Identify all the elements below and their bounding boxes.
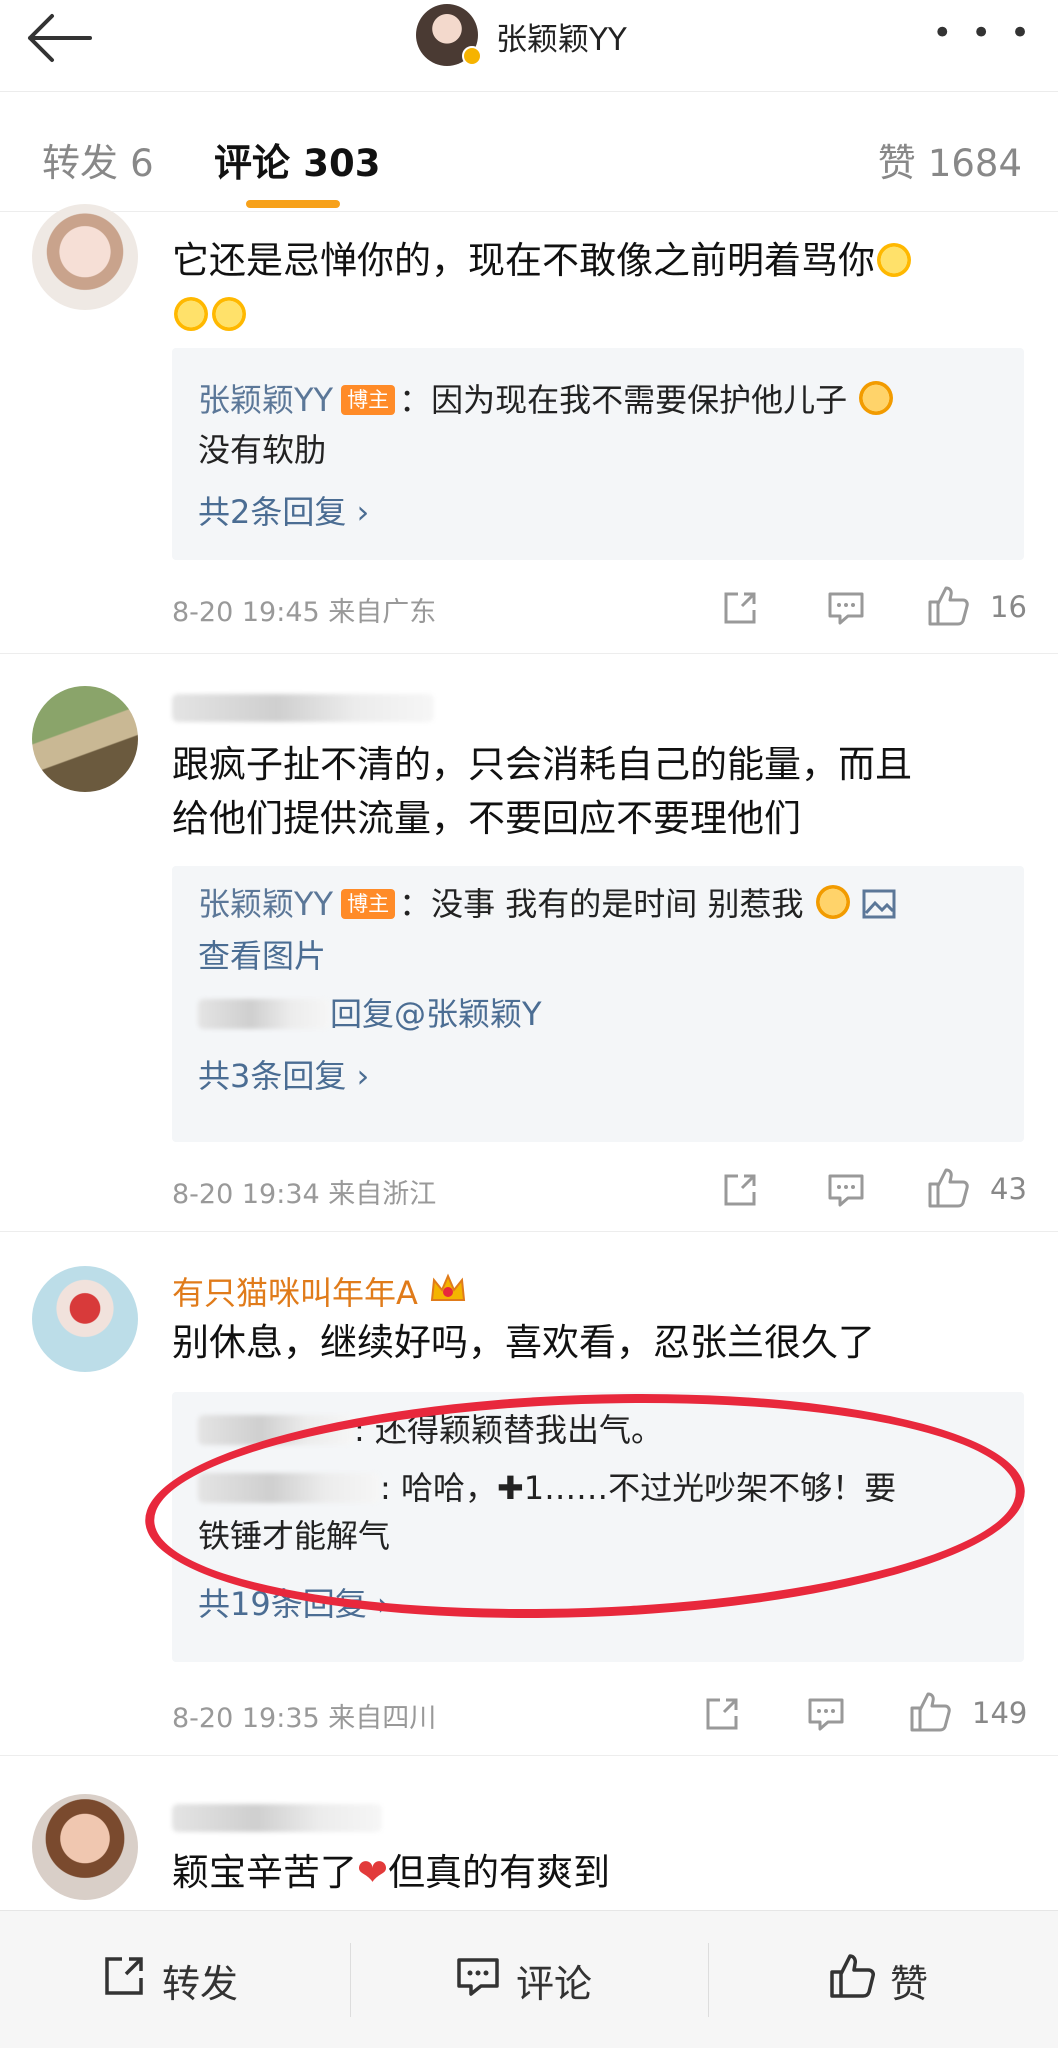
heart-emoji-icon: ❤ <box>357 1851 389 1894</box>
avatar[interactable] <box>32 686 138 792</box>
reply-text: ：没事 我有的是时间 别惹我 <box>399 885 804 923</box>
share-icon[interactable] <box>720 588 760 628</box>
like-count: 43 <box>990 1172 1027 1206</box>
comment-button[interactable]: 评论 <box>454 1951 592 2009</box>
smile-emoji-icon <box>877 243 911 277</box>
like-thumb-icon[interactable] <box>926 1166 970 1210</box>
like-thumb-icon[interactable] <box>926 584 970 628</box>
comment-text-line: 它还是忌惮你的，现在不敢像之前明着骂你 <box>172 239 875 282</box>
reply-text: ：因为现在我不需要保护他儿子 <box>399 381 848 419</box>
blurred-username <box>198 999 330 1029</box>
comment-text: 它还是忌惮你的，现在不敢像之前明着骂你 <box>172 234 1022 342</box>
tab-comment-count: 303 <box>303 142 381 185</box>
crown-icon <box>428 1272 468 1314</box>
comment-label: 评论 <box>516 1961 593 2006</box>
avatar[interactable] <box>32 1266 138 1372</box>
verified-badge-icon <box>462 46 482 66</box>
comment-item: 它还是忌惮你的，现在不敢像之前明着骂你 张颖颖YY 博主 ：因为现在我不需要保护他儿… <box>0 204 1058 654</box>
view-image-link[interactable]: 查看图片 <box>198 932 326 980</box>
image-icon <box>862 884 896 932</box>
tab-repost[interactable]: 转发 6 <box>42 132 154 187</box>
more-options-icon[interactable]: • • • <box>932 16 1034 50</box>
sub-reply-text[interactable]: 回复@张颖颖Y <box>330 995 542 1033</box>
reply-comment-icon[interactable] <box>826 588 866 628</box>
blurred-username <box>172 694 434 722</box>
avatar[interactable] <box>32 204 138 310</box>
divider <box>350 1943 351 2017</box>
bottom-action-bar: 转发 评论 赞 <box>0 1910 1058 2048</box>
blurred-username <box>172 1804 382 1832</box>
comment-text: 颖宝辛苦了❤但真的有爽到 <box>172 1846 1022 1900</box>
reply-author[interactable]: 张颖颖YY <box>198 381 333 419</box>
like-thumb-icon[interactable] <box>908 1690 952 1734</box>
comment-meta: 8-20 19:34 来自浙江 <box>172 1172 436 1211</box>
reply-box[interactable]: 张颖颖YY 博主 ：没事 我有的是时间 别惹我 查看图片 回复@张颖颖Y 共3条回复… <box>172 866 1024 1142</box>
username-text: 有只猫咪叫年年A <box>172 1274 418 1312</box>
comment-time: 8-20 19:45 <box>172 597 320 628</box>
comment-meta: 8-20 19:35 来自四川 <box>172 1696 436 1735</box>
reply-comment-icon[interactable] <box>806 1694 846 1734</box>
comment-text: 别休息，继续好吗，喜欢看，忍张兰很久了 <box>172 1321 875 1364</box>
tab-repost-count: 6 <box>130 142 154 185</box>
like-count: 149 <box>972 1696 1028 1730</box>
comment-text: 跟疯子扯不清的，只会消耗自己的能量，而且 给他们提供流量，不要回应不要理他们 <box>172 738 1022 846</box>
reply-author[interactable]: 张颖颖YY <box>198 885 333 923</box>
tab-like-count: 1684 <box>927 142 1022 185</box>
share-icon[interactable] <box>720 1170 760 1210</box>
author-badge: 博主 <box>341 385 396 415</box>
reply-line: 张颖颖YY 博主 ：因为现在我不需要保护他儿子 <box>198 376 895 424</box>
smile-emoji-icon <box>174 297 208 331</box>
back-arrow-icon[interactable] <box>22 8 94 68</box>
reply-text-continued: 没有软肋 <box>198 431 327 469</box>
smile-emoji-icon <box>212 297 246 331</box>
comment-icon <box>454 1952 502 2009</box>
view-replies-link[interactable]: 共2条回复 › <box>198 488 369 536</box>
repost-label: 转发 <box>162 1961 239 2006</box>
comment-text-line: 但真的有爽到 <box>388 1851 611 1894</box>
repost-icon <box>100 1952 148 2009</box>
comment-text-line: 给他们提供流量，不要回应不要理他们 <box>172 797 801 840</box>
reply-line: 张颖颖YY 博主 ：没事 我有的是时间 别惹我 <box>198 880 896 932</box>
reply-comment-icon[interactable] <box>826 1170 866 1210</box>
vip-username[interactable]: 有只猫咪叫年年A <box>172 1268 468 1314</box>
tab-like-label: 赞 <box>877 141 916 185</box>
page-title[interactable]: 张颖颖YY <box>496 14 627 59</box>
comment-meta: 8-20 19:45 来自广东 <box>172 590 436 629</box>
comment-item: 颖宝辛苦了❤但真的有爽到 <box>0 1756 1058 1910</box>
comment-location: 来自四川 <box>328 1703 437 1734</box>
view-replies-link[interactable]: 共3条回复 › <box>198 1052 369 1100</box>
comment-text-line: 跟疯子扯不清的，只会消耗自己的能量，而且 <box>172 743 912 786</box>
grimace-emoji-icon <box>815 885 850 919</box>
tab-comment-label: 评论 <box>214 141 291 185</box>
tab-bar: 转发 6 评论 303 赞 1684 <box>0 92 1058 212</box>
share-icon[interactable] <box>702 1694 742 1734</box>
repost-button[interactable]: 转发 <box>100 1951 238 2009</box>
like-thumb-icon <box>828 1952 876 2009</box>
comment-location: 来自广东 <box>328 597 437 628</box>
like-count: 16 <box>990 590 1027 624</box>
thinking-emoji-icon <box>859 381 894 415</box>
reply-box[interactable]: 张颖颖YY 博主 ：因为现在我不需要保护他儿子 没有软肋 共2条回复 › <box>172 348 1024 560</box>
top-nav-bar: 张颖颖YY • • • <box>0 0 1058 92</box>
author-badge: 博主 <box>341 889 396 919</box>
tab-repost-label: 转发 <box>42 141 119 185</box>
comment-time: 8-20 19:35 <box>172 1703 320 1734</box>
active-tab-indicator <box>246 200 340 208</box>
avatar[interactable] <box>32 1794 138 1900</box>
like-button[interactable]: 赞 <box>828 1951 928 2009</box>
comment-text-line: 颖宝辛苦了 <box>172 1851 357 1894</box>
divider <box>708 1943 709 2017</box>
tab-like[interactable]: 赞 1684 <box>878 132 1022 187</box>
comment-item: 跟疯子扯不清的，只会消耗自己的能量，而且 给他们提供流量，不要回应不要理他们 张… <box>0 654 1058 1232</box>
like-label: 赞 <box>890 1961 929 2006</box>
tab-comment[interactable]: 评论 303 <box>214 132 380 187</box>
comment-time: 8-20 19:34 <box>172 1179 320 1210</box>
sub-reply-line: 回复@张颖颖Y <box>198 990 542 1038</box>
comment-location: 来自浙江 <box>328 1179 437 1210</box>
